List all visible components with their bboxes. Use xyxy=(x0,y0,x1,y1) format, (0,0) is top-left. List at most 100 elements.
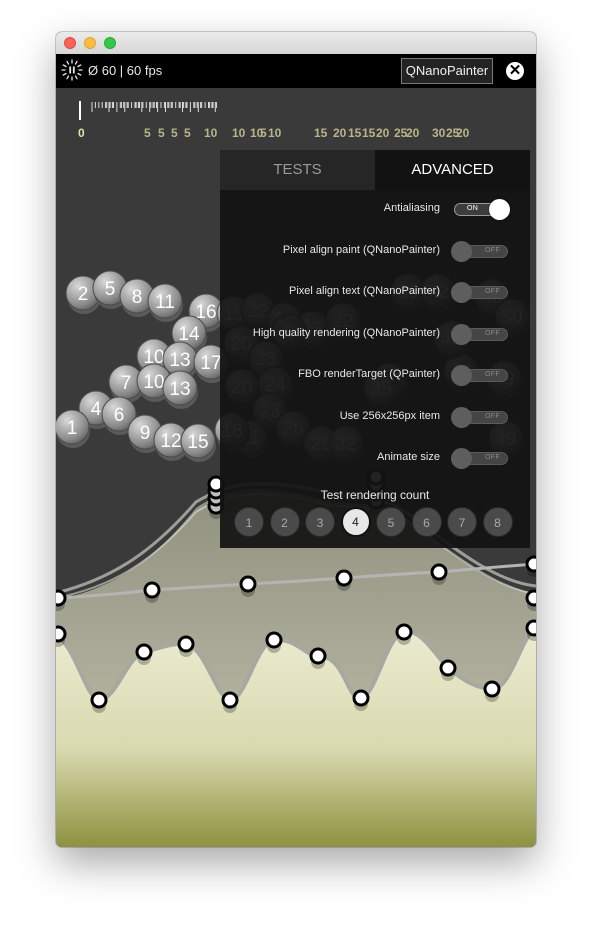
ruler-label: 20 xyxy=(376,126,390,140)
ruler-label: 5 xyxy=(144,126,151,140)
setting-pixel-align-paint: Pixel align paint (QNanoPainter) OFF xyxy=(220,241,530,263)
count-option-3[interactable]: 3 xyxy=(305,507,335,537)
setting-label: Antialiasing xyxy=(383,202,440,214)
toggle-state-text: OFF xyxy=(485,413,500,420)
svg-text:5: 5 xyxy=(105,279,116,300)
data-point xyxy=(483,680,501,702)
rendering-count-selector: 1 2 3 4 5 6 7 8 xyxy=(234,507,524,539)
ruler-label: 10 xyxy=(268,126,282,140)
fbo-render-target-toggle[interactable]: OFF xyxy=(451,365,508,386)
toggle-state-text: OFF xyxy=(485,371,500,378)
count-option-6[interactable]: 6 xyxy=(411,507,442,537)
ruler-label: 10 xyxy=(204,126,218,140)
toggle-knob xyxy=(451,282,472,303)
data-point xyxy=(135,643,153,665)
data-point xyxy=(525,589,536,611)
svg-text:8: 8 xyxy=(132,287,143,308)
svg-text:13: 13 xyxy=(169,379,190,400)
animate-size-toggle[interactable]: OFF xyxy=(451,448,508,469)
window-zoom-button[interactable] xyxy=(104,37,116,49)
use-256-item-toggle[interactable]: OFF xyxy=(451,407,508,428)
toggle-knob xyxy=(451,365,472,386)
app-window: Ø 60 | 60 fps QNanoPainter ✕ 2 5 8 11 16… xyxy=(56,32,536,847)
ruler-label: 15 xyxy=(362,126,376,140)
high-quality-rendering-toggle[interactable]: OFF xyxy=(451,324,508,345)
ruler-label: 20 xyxy=(333,126,347,140)
ruler-label: 0 xyxy=(78,126,85,140)
ruler-label: 15 xyxy=(314,126,328,140)
fps-counter: Ø 60 | 60 fps xyxy=(88,63,163,78)
title-bar[interactable] xyxy=(56,32,536,55)
ruler-label: 15 xyxy=(348,126,362,140)
data-point xyxy=(265,631,283,653)
data-point xyxy=(56,625,67,647)
data-point xyxy=(395,623,413,645)
setting-label: High quality rendering (QNanoPainter) xyxy=(252,327,440,339)
settings-panel: TESTS ADVANCED Antialiasing ON Pixel ali… xyxy=(220,150,530,548)
count-option-7[interactable]: 7 xyxy=(447,507,477,537)
window-close-button[interactable] xyxy=(64,37,76,49)
tab-advanced[interactable]: ADVANCED xyxy=(375,150,530,190)
data-point xyxy=(309,647,327,669)
count-option-4[interactable]: 4 xyxy=(340,507,371,537)
svg-text:2: 2 xyxy=(78,284,89,305)
count-option-5[interactable]: 5 xyxy=(376,507,406,537)
count-option-1[interactable]: 1 xyxy=(234,507,264,537)
setting-label: Pixel align text (QNanoPainter) xyxy=(288,285,440,297)
toggle-knob xyxy=(451,324,472,345)
toggle-knob xyxy=(489,199,510,220)
count-option-2[interactable]: 2 xyxy=(269,507,300,537)
svg-text:15: 15 xyxy=(187,432,208,453)
setting-label: Animate size xyxy=(377,451,440,463)
ruler-label: 5 xyxy=(171,126,178,140)
pause-spinner-icon[interactable] xyxy=(61,59,83,81)
ruler-label: 10 xyxy=(232,126,246,140)
toggle-state-text: OFF xyxy=(485,454,500,461)
setting-animate-size: Animate size OFF xyxy=(220,448,530,470)
svg-text:9: 9 xyxy=(140,423,151,444)
toggle-state-text: ON xyxy=(467,205,479,212)
render-canvas: 2581116141013177101346191215192225232220… xyxy=(56,88,536,847)
data-point xyxy=(90,691,108,713)
toggle-knob xyxy=(451,448,472,469)
setting-fbo-render-target: FBO renderTarget (QPainter) OFF xyxy=(220,365,530,387)
ruler-label: 30 xyxy=(432,126,446,140)
setting-pixel-align-text: Pixel align text (QNanoPainter) OFF xyxy=(220,282,530,304)
toggle-state-text: OFF xyxy=(485,247,500,254)
rendering-count-title: Test rendering count xyxy=(320,488,430,502)
data-point xyxy=(239,575,257,597)
data-point xyxy=(525,619,536,641)
tab-tests[interactable]: TESTS xyxy=(220,150,375,190)
svg-text:7: 7 xyxy=(121,373,132,394)
coin: 1 xyxy=(56,409,90,448)
toggle-state-text: OFF xyxy=(485,288,500,295)
setting-label: Use 256x256px item xyxy=(339,410,440,422)
window-minimize-button[interactable] xyxy=(84,37,96,49)
pixel-align-text-toggle[interactable]: OFF xyxy=(451,282,508,303)
ruler-label: 5 xyxy=(158,126,165,140)
data-point xyxy=(56,589,67,611)
data-point xyxy=(335,569,353,591)
data-point xyxy=(177,635,195,657)
toolbar: Ø 60 | 60 fps QNanoPainter ✕ xyxy=(56,54,536,88)
ruler-label: 20 xyxy=(406,126,420,140)
svg-text:17: 17 xyxy=(200,353,221,374)
count-option-8[interactable]: 8 xyxy=(482,507,513,537)
svg-text:12: 12 xyxy=(160,431,181,452)
setting-high-quality-rendering: High quality rendering (QNanoPainter) OF… xyxy=(220,324,530,346)
data-point xyxy=(221,691,239,713)
close-icon[interactable]: ✕ xyxy=(506,62,524,80)
setting-label: FBO renderTarget (QPainter) xyxy=(298,368,440,380)
data-point xyxy=(430,563,448,585)
data-point xyxy=(143,581,161,603)
tab-bar: TESTS ADVANCED xyxy=(220,150,530,190)
ruler-label: 20 xyxy=(456,126,470,140)
svg-text:4: 4 xyxy=(91,399,102,420)
pixel-align-paint-toggle[interactable]: OFF xyxy=(451,241,508,262)
ruler-label: 5 xyxy=(184,126,191,140)
antialiasing-toggle[interactable]: ON xyxy=(454,199,510,220)
setting-label: Pixel align paint (QNanoPainter) xyxy=(282,244,440,256)
ruler-label: 5 xyxy=(260,126,267,140)
data-point xyxy=(439,659,457,681)
renderer-button[interactable]: QNanoPainter xyxy=(401,58,493,84)
